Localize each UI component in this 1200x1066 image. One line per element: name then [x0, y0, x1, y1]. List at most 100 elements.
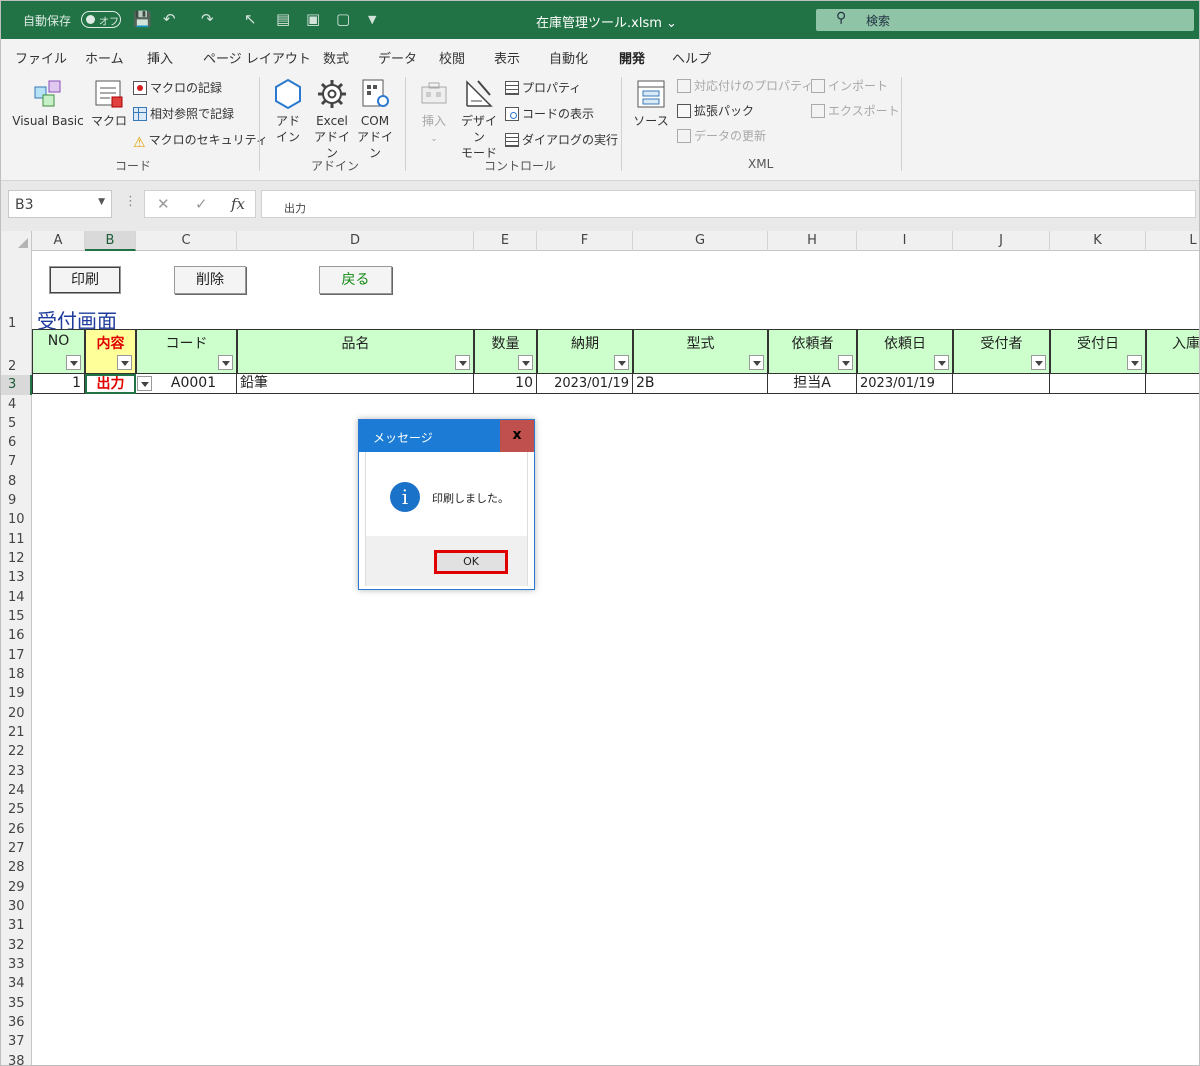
filter-dropdown-icon[interactable]	[455, 355, 470, 370]
cell-e3[interactable]: 10	[474, 374, 537, 394]
save-icon[interactable]: 💾	[133, 10, 152, 28]
excel-addins-button[interactable]: Excel アドイン	[311, 77, 353, 161]
tab-file[interactable]: ファイル	[15, 48, 67, 67]
column-header-a[interactable]: A	[32, 231, 85, 251]
visual-basic-button[interactable]: Visual Basic	[9, 77, 87, 129]
row-header[interactable]: 17	[1, 646, 32, 665]
cell-j3[interactable]	[953, 374, 1050, 394]
header-cell-stock-in[interactable]: 入庫	[1146, 329, 1199, 374]
cell-b3-selected[interactable]: 出力	[85, 374, 136, 394]
tab-help[interactable]: ヘルプ	[672, 48, 711, 67]
row-header[interactable]: 25	[1, 800, 32, 820]
autosave-toggle[interactable]: オフ	[81, 11, 121, 28]
filter-dropdown-icon[interactable]	[1031, 355, 1046, 370]
com-addins-button[interactable]: COM アドイン	[355, 77, 395, 161]
row-header[interactable]: 28	[1, 858, 32, 878]
tab-page-layout[interactable]: ページ レイアウト	[203, 48, 311, 67]
tab-review[interactable]: 校閲	[439, 48, 465, 67]
row-header[interactable]: 37	[1, 1032, 32, 1052]
cell-g3[interactable]: 2B	[633, 374, 768, 394]
row-header[interactable]: 27	[1, 839, 32, 858]
select-all-corner[interactable]	[1, 231, 32, 251]
cell-k3[interactable]	[1050, 374, 1146, 394]
row-header[interactable]: 20	[1, 704, 32, 723]
tab-insert[interactable]: 挿入	[147, 48, 173, 67]
filter-dropdown-icon[interactable]	[218, 355, 233, 370]
header-cell-item-name[interactable]: 品名	[237, 329, 474, 374]
chevron-down-icon[interactable]: ▼	[98, 197, 105, 207]
row-header[interactable]: 2	[1, 331, 32, 375]
name-box[interactable]: B3 ▼	[8, 190, 112, 218]
macro-button[interactable]: マクロ	[89, 77, 129, 129]
cell-c3[interactable]: A0001	[136, 374, 237, 394]
row-header[interactable]: 1	[1, 311, 32, 331]
header-cell-request-date[interactable]: 依頼日	[857, 329, 953, 374]
row-header[interactable]: 12	[1, 549, 32, 568]
row-header[interactable]: 4	[1, 395, 32, 414]
enter-icon[interactable]: ✓	[195, 195, 208, 213]
record-macro-button[interactable]: マクロの記録	[133, 80, 222, 96]
form-icon[interactable]: ▤	[276, 10, 290, 28]
search-box[interactable]: ⚲ 検索	[816, 9, 1194, 31]
row-header[interactable]: 30	[1, 897, 32, 916]
row-header[interactable]: 32	[1, 936, 32, 955]
tab-automate[interactable]: 自動化	[549, 48, 588, 67]
column-header-f[interactable]: F	[537, 231, 633, 251]
header-cell-content[interactable]: 内容	[85, 329, 136, 374]
filter-dropdown-icon[interactable]	[1127, 355, 1142, 370]
row-header[interactable]: 34	[1, 974, 32, 994]
design-mode-button[interactable]: デザイン モード	[457, 77, 501, 161]
filter-dropdown-icon[interactable]	[66, 355, 81, 370]
cell-h3[interactable]: 担当A	[768, 374, 857, 394]
row-header[interactable]: 15	[1, 607, 32, 626]
row-header[interactable]: 21	[1, 723, 32, 742]
tab-data[interactable]: データ	[378, 48, 417, 67]
filter-dropdown-icon[interactable]	[934, 355, 949, 370]
row-header[interactable]: 36	[1, 1013, 32, 1032]
row-header[interactable]: 24	[1, 781, 32, 800]
row-header[interactable]: 16	[1, 626, 32, 646]
header-cell-due-date[interactable]: 納期	[537, 329, 633, 374]
insert-control-button[interactable]: 挿入 ⌄	[415, 77, 453, 147]
row-header[interactable]: 26	[1, 820, 32, 839]
row-header[interactable]: 35	[1, 994, 32, 1013]
row-header[interactable]: 33	[1, 955, 32, 974]
row-header[interactable]: 29	[1, 878, 32, 897]
column-header-e[interactable]: E	[474, 231, 537, 251]
column-header-j[interactable]: J	[953, 231, 1050, 251]
lock-icon[interactable]: ▢	[336, 10, 350, 28]
row-header[interactable]: 38	[1, 1052, 32, 1065]
map-properties-button[interactable]: 対応付けのプロパティ	[677, 78, 813, 94]
ok-button[interactable]: OK	[434, 550, 508, 574]
row-header[interactable]: 19	[1, 684, 32, 704]
column-header-d[interactable]: D	[237, 231, 474, 251]
redo-icon[interactable]: ↷	[201, 10, 214, 28]
import-button[interactable]: インポート	[811, 78, 888, 94]
column-header-b[interactable]: B	[85, 231, 136, 251]
filter-dropdown-icon[interactable]	[614, 355, 629, 370]
expansion-packs-button[interactable]: 拡張パック	[677, 103, 754, 119]
refresh-data-button[interactable]: データの更新	[677, 128, 766, 144]
cancel-icon[interactable]: ✕	[157, 195, 170, 213]
row-header[interactable]: 9	[1, 491, 32, 510]
header-cell-no[interactable]: NO	[32, 329, 85, 374]
header-cell-receiver[interactable]: 受付者	[953, 329, 1050, 374]
cell-i3[interactable]: 2023/01/19	[857, 374, 953, 394]
relative-ref-button[interactable]: 相対参照で記録	[133, 106, 234, 122]
column-header-i[interactable]: I	[857, 231, 953, 251]
header-cell-receive-date[interactable]: 受付日	[1050, 329, 1146, 374]
back-button[interactable]: 戻る	[319, 266, 392, 294]
row-header[interactable]: 11	[1, 530, 32, 549]
header-cell-quantity[interactable]: 数量	[474, 329, 537, 374]
row-header[interactable]: 3	[1, 375, 32, 395]
header-cell-model[interactable]: 型式	[633, 329, 768, 374]
view-code-button[interactable]: コードの表示	[505, 106, 594, 122]
pointer-icon[interactable]: ↖	[244, 10, 257, 28]
filter-dropdown-icon[interactable]	[117, 355, 132, 370]
row-header[interactable]: 7	[1, 452, 32, 472]
cell-f3[interactable]: 2023/01/19	[537, 374, 633, 394]
header-cell-code[interactable]: コード	[136, 329, 237, 374]
cell-l3[interactable]	[1146, 374, 1199, 394]
print-button[interactable]: 印刷	[49, 266, 121, 294]
column-header-l[interactable]: L	[1146, 231, 1199, 251]
